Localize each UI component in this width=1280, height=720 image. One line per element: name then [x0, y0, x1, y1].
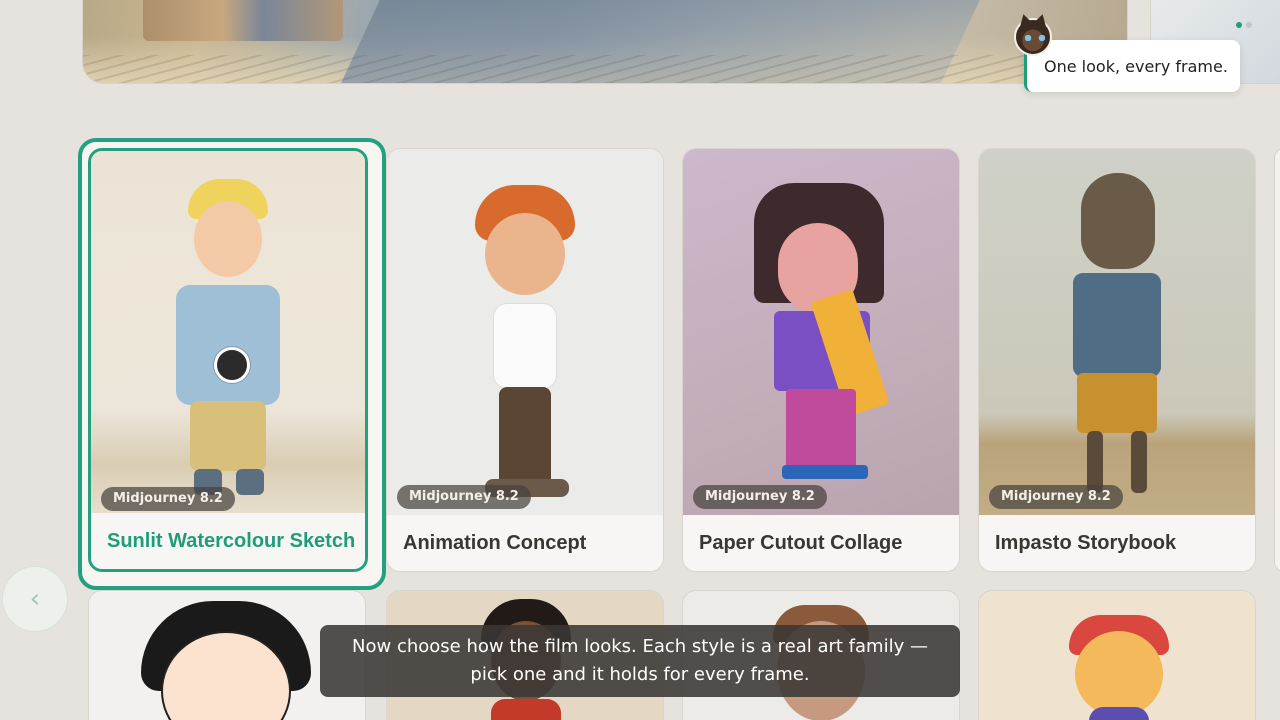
hero-dot[interactable] [1246, 22, 1252, 28]
style-card-animation-concept[interactable]: Midjourney 8.2 Animation Concept [386, 148, 664, 572]
cat-mascot-avatar [1014, 18, 1052, 56]
style-preview-image [91, 151, 365, 519]
pointer-cursor [214, 347, 250, 383]
guide-tooltip: One look, every frame. [1024, 40, 1240, 92]
style-card-paper-cutout-collage[interactable]: Midjourney 8.2 Paper Cutout Collage [682, 148, 960, 572]
guide-tooltip-text: One look, every frame. [1044, 56, 1228, 76]
hero-dot-active[interactable] [1236, 22, 1242, 28]
style-preview-image [387, 149, 663, 517]
style-card-title: Paper Cutout Collage [683, 515, 959, 571]
hero-crates [143, 0, 343, 41]
style-card-title: Sunlit Watercolour Sketch [91, 513, 365, 569]
model-badge: Midjourney 8.2 [101, 487, 235, 511]
style-card-impasto-storybook[interactable]: Midjourney 8.2 Impasto Storybook [978, 148, 1256, 572]
style-card-title: Animation Concept [387, 515, 663, 571]
style-card-next-partial[interactable] [1274, 148, 1280, 572]
chevron-left-icon: ‹ [29, 584, 41, 614]
style-card-row2-4[interactable] [978, 590, 1256, 720]
carousel-prev-button[interactable]: ‹ [2, 566, 68, 632]
model-badge: Midjourney 8.2 [989, 485, 1123, 509]
narration-caption-text: Now choose how the film looks. Each styl… [352, 636, 928, 685]
hero-pagination-dots [1236, 22, 1252, 28]
style-card-title: Impasto Storybook [979, 515, 1255, 571]
hero-sketch-texture [83, 55, 1127, 83]
model-badge: Midjourney 8.2 [397, 485, 531, 509]
hero-preview-image [82, 0, 1128, 84]
narration-caption: Now choose how the film looks. Each styl… [320, 625, 960, 697]
model-badge: Midjourney 8.2 [693, 485, 827, 509]
style-preview-image [683, 149, 959, 517]
style-preview-image [979, 149, 1255, 517]
